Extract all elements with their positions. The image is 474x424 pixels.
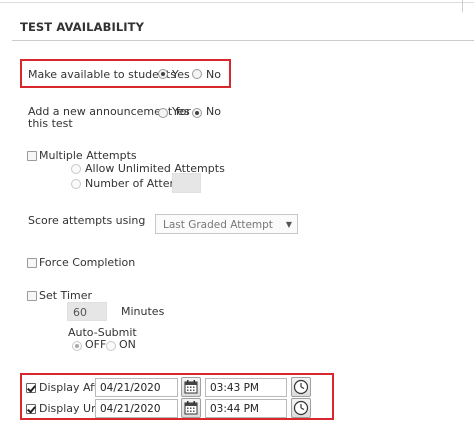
number-of-attempts-input[interactable] <box>172 173 201 193</box>
panel-edge <box>462 0 463 12</box>
number-of-attempts-radio[interactable] <box>71 179 81 189</box>
score-attempts-select[interactable]: Last Graded Attempt ▼ <box>155 214 298 234</box>
clock-icon <box>293 379 309 395</box>
make-available-label: Make available to students <box>28 68 176 81</box>
top-divider <box>0 2 474 3</box>
auto-submit-off-radio[interactable] <box>72 341 82 351</box>
display-after-checkbox[interactable] <box>26 383 36 393</box>
chevron-down-icon: ▼ <box>285 220 292 229</box>
display-until-calendar-button[interactable] <box>181 398 201 418</box>
calendar-icon <box>184 401 198 415</box>
display-after-clock-button[interactable] <box>291 377 311 397</box>
timer-minutes-input[interactable]: 60 <box>67 302 107 321</box>
display-until-date-input[interactable]: 04/21/2020 <box>95 399 178 418</box>
display-until-time-input[interactable]: 03:44 PM <box>205 399 287 418</box>
score-attempts-value: Last Graded Attempt <box>163 219 273 231</box>
minutes-label: Minutes <box>121 305 165 318</box>
force-completion-label: Force Completion <box>39 256 136 269</box>
set-timer-label: Set Timer <box>39 289 93 302</box>
auto-submit-on-label: ON <box>119 338 136 351</box>
set-timer-checkbox[interactable] <box>27 291 37 301</box>
announcement-no-label: No <box>206 105 221 118</box>
force-completion-checkbox[interactable] <box>27 258 37 268</box>
allow-unlimited-label: Allow Unlimited Attempts <box>85 162 225 175</box>
display-after-time-input[interactable]: 03:43 PM <box>205 378 287 397</box>
make-available-no-label: No <box>206 68 221 81</box>
make-available-no-radio[interactable] <box>192 69 202 79</box>
display-until-clock-button[interactable] <box>291 398 311 418</box>
section-title-rule <box>12 40 474 41</box>
auto-submit-on-radio[interactable] <box>106 341 116 351</box>
display-after-calendar-button[interactable] <box>181 377 201 397</box>
make-available-yes-label: Yes <box>172 68 190 81</box>
auto-submit-off-label: OFF <box>85 338 107 351</box>
multiple-attempts-label: Multiple Attempts <box>39 149 137 162</box>
display-after-date-input[interactable]: 04/21/2020 <box>95 378 178 397</box>
announcement-label-line2: this test <box>28 117 73 130</box>
make-available-yes-radio[interactable] <box>158 69 168 79</box>
multiple-attempts-checkbox[interactable] <box>27 151 37 161</box>
announcement-no-radio[interactable] <box>192 108 202 118</box>
clock-icon <box>293 400 309 416</box>
display-until-checkbox[interactable] <box>26 404 36 414</box>
allow-unlimited-radio[interactable] <box>71 164 81 174</box>
score-attempts-label: Score attempts using <box>28 214 146 227</box>
section-title: TEST AVAILABILITY <box>20 20 144 34</box>
calendar-icon <box>184 380 198 394</box>
announcement-yes-label: Yes <box>172 105 190 118</box>
announcement-yes-radio[interactable] <box>158 108 168 118</box>
